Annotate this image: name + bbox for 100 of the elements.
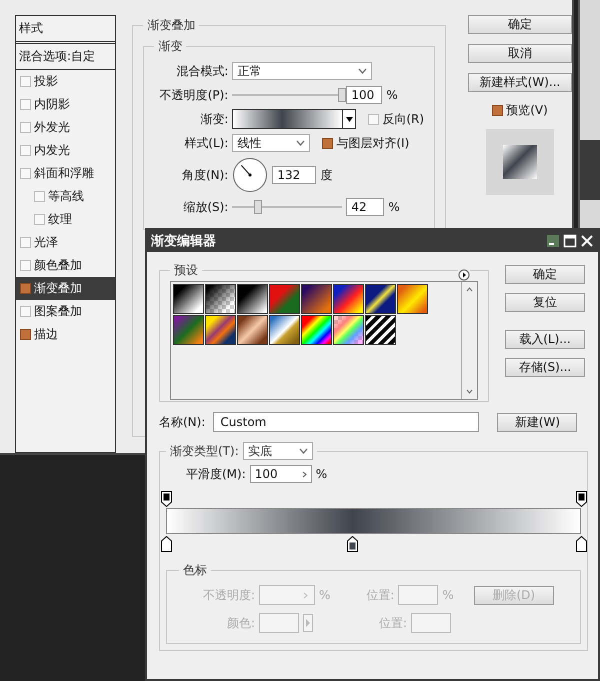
gradient-swatch[interactable] (237, 284, 268, 314)
opacity-stop[interactable] (160, 491, 172, 507)
gradient-swatch[interactable] (269, 284, 300, 314)
style-list-item[interactable]: 描边 (16, 323, 116, 346)
style-list-item[interactable]: 纹理 (16, 208, 116, 231)
checkbox-label: 预览(V) (506, 102, 548, 119)
style-list-item[interactable]: 等高线 (16, 185, 116, 208)
style-list-item[interactable]: 图案叠加 (16, 300, 116, 323)
unit-label: 度 (320, 166, 332, 184)
checkbox[interactable] (492, 105, 504, 116)
gradient-type-dropdown[interactable]: 实底 (242, 442, 313, 460)
gradient-swatch[interactable] (237, 315, 268, 345)
group-title: 预设 (173, 262, 199, 279)
field-label: 渐变: (199, 110, 228, 128)
gradient-swatch[interactable] (397, 284, 428, 314)
color-stop[interactable] (347, 536, 358, 552)
style-list-item[interactable]: 渐变叠加 (16, 277, 116, 300)
field-label: 颜色: (226, 614, 255, 632)
checkbox[interactable] (20, 122, 31, 133)
dialog-button[interactable]: 确定 (505, 265, 585, 284)
maximize-icon[interactable] (563, 234, 577, 248)
checkbox[interactable] (20, 76, 31, 87)
style-list-item[interactable]: 内阴影 (16, 93, 116, 116)
gradient-swatch[interactable] (173, 284, 204, 314)
unit-label: % (316, 467, 328, 481)
panel-block (580, 140, 600, 200)
style-list-item[interactable]: 颜色叠加 (16, 254, 116, 277)
group-title: 渐变叠加 (146, 17, 196, 34)
checkbox[interactable] (368, 114, 380, 124)
window-title: 渐变编辑器 (151, 232, 216, 250)
style-dropdown[interactable]: 线性 (232, 134, 310, 152)
style-list-item[interactable]: 斜面和浮雕 (16, 162, 116, 185)
gradient-swatch[interactable] (173, 315, 204, 345)
color-stop[interactable] (576, 536, 586, 552)
field-label: 名称(N): (159, 414, 206, 430)
angle-dial[interactable] (232, 157, 268, 193)
opacity-field[interactable]: 100 (346, 86, 382, 104)
minimize-icon[interactable] (546, 234, 560, 248)
field-label: 混合模式: (175, 62, 228, 80)
style-list-item[interactable]: 投影 (16, 70, 116, 93)
unit-label: % (442, 588, 454, 602)
gradient-picker[interactable] (232, 109, 356, 129)
checkbox[interactable] (20, 260, 31, 271)
opacity-stop[interactable] (576, 491, 586, 507)
style-list-title[interactable]: 样式 (16, 16, 116, 44)
scale-field[interactable]: 42 (346, 198, 384, 216)
dialog-button[interactable]: 复位 (505, 293, 585, 312)
checkbox[interactable] (20, 168, 31, 179)
field-label: 不透明度: (202, 586, 255, 604)
gradient-swatch[interactable] (365, 284, 396, 314)
gradient-swatch[interactable] (301, 315, 332, 345)
field-label: 缩放(S): (182, 198, 228, 216)
dialog-button[interactable]: 新建样式(W)... (468, 73, 572, 92)
checkbox[interactable] (20, 99, 31, 110)
field-label: 渐变类型(T): (170, 442, 239, 460)
style-list-item[interactable]: 内发光 (16, 139, 116, 162)
checkbox-label: 与图层对齐(I) (336, 134, 410, 152)
checkbox[interactable] (322, 138, 334, 148)
chevron-icon[interactable] (302, 470, 307, 478)
checkbox[interactable] (34, 191, 45, 202)
checkbox[interactable] (20, 306, 31, 317)
style-list-item[interactable]: 光泽 (16, 231, 116, 254)
style-list-item[interactable]: 混合选项:自定 (16, 44, 116, 70)
field-label: 样式(L): (183, 134, 228, 152)
gradient-swatch[interactable] (333, 284, 364, 314)
gradient-swatch[interactable] (205, 315, 236, 345)
name-field[interactable]: Custom (213, 412, 480, 432)
slider[interactable] (232, 200, 342, 214)
checkbox[interactable] (20, 145, 31, 156)
blend-mode-dropdown[interactable]: 正常 (232, 62, 372, 80)
checkbox-label: 反向(R) (382, 110, 424, 128)
unit-label: % (388, 200, 400, 214)
slider-thumb[interactable] (254, 200, 262, 214)
checkbox[interactable] (20, 283, 31, 294)
checkbox[interactable] (20, 237, 31, 248)
field-label: 位置: (378, 614, 407, 632)
style-list-item[interactable]: 外发光 (16, 116, 116, 139)
gradient-swatch[interactable] (365, 315, 396, 345)
caret-icon (298, 448, 308, 454)
group-title: 渐变 (157, 38, 184, 55)
angle-field[interactable]: 132 (272, 166, 316, 184)
menu-icon[interactable] (458, 269, 470, 281)
gradient-swatch[interactable] (333, 315, 364, 345)
unit-label: % (386, 88, 398, 102)
dialog-button[interactable]: 载入(L)... (505, 330, 585, 349)
dialog-button[interactable]: 确定 (468, 15, 572, 34)
checkbox[interactable] (34, 214, 45, 225)
close-icon[interactable] (580, 234, 594, 248)
dialog-button[interactable]: 取消 (468, 44, 572, 63)
checkbox[interactable] (20, 329, 31, 340)
dialog-button[interactable]: 存储(S)... (505, 358, 585, 377)
new-button[interactable]: 新建(W) (497, 412, 578, 432)
gradient-swatch[interactable] (205, 284, 236, 314)
unit-label: % (319, 588, 330, 602)
gradient-swatch[interactable] (301, 284, 332, 314)
smoothness-field[interactable]: 100 (250, 465, 312, 483)
gradient-swatch[interactable] (269, 315, 300, 345)
slider-thumb[interactable] (338, 88, 346, 102)
group-title: 色标 (182, 562, 208, 579)
color-stop[interactable] (160, 536, 172, 552)
